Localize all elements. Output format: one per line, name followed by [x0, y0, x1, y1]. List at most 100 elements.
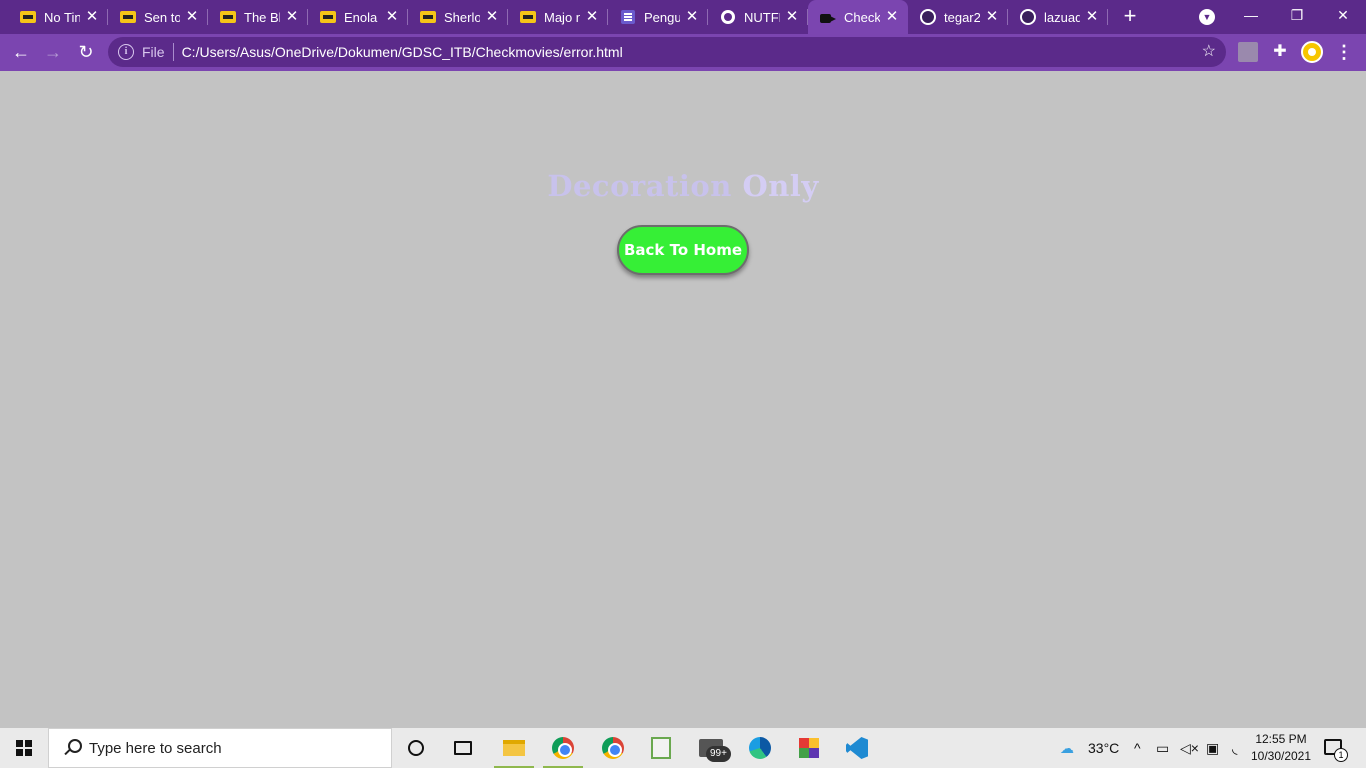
volume-muted-icon[interactable]: ◁× — [1180, 728, 1199, 768]
chrome-taskbar-button[interactable] — [540, 728, 586, 768]
browser-tab[interactable]: Sherlo ✕ — [408, 0, 508, 34]
tray-overflow-chevron-icon[interactable]: ^ — [1134, 728, 1141, 768]
imdb-icon — [220, 9, 236, 25]
url-scheme-label: File — [142, 44, 165, 60]
minimize-button[interactable]: — — [1228, 0, 1274, 32]
page-title-word-2: Only — [742, 169, 819, 203]
chrome-profile-taskbar-button[interactable] — [590, 728, 636, 768]
page-title-word-1: Decoration — [547, 169, 732, 203]
github-icon — [920, 9, 936, 25]
page-title: Decoration Only — [0, 169, 1366, 203]
browser-tab[interactable]: lazuad ✕ — [1008, 0, 1108, 34]
tab-close-icon[interactable]: ✕ — [684, 9, 700, 25]
tab-title: Pengu — [644, 9, 680, 25]
browser-tab[interactable]: The Bl ✕ — [208, 0, 308, 34]
site-info-icon[interactable]: i — [118, 44, 134, 60]
reload-button[interactable]: ↻ — [73, 39, 99, 65]
notification-count-badge: 1 — [1334, 748, 1348, 762]
tab-close-icon[interactable]: ✕ — [584, 9, 600, 25]
tab-separator — [1107, 9, 1108, 25]
tab-close-icon[interactable]: ✕ — [784, 9, 800, 25]
imdb-icon — [520, 9, 536, 25]
back-to-home-button[interactable]: Back To Home — [617, 225, 749, 275]
windows-logo-icon — [16, 740, 32, 756]
search-icon — [63, 739, 82, 757]
battery-icon[interactable]: ▭ — [1156, 728, 1169, 768]
browser-tab[interactable]: NUTFL✕ — [708, 0, 808, 34]
extensions-puzzle-icon[interactable]: ✚ — [1270, 42, 1290, 62]
imdb-icon — [20, 9, 36, 25]
wifi-icon[interactable]: ◟ — [1232, 728, 1237, 768]
tab-close-icon[interactable]: ✕ — [284, 9, 300, 25]
notepad-taskbar-button[interactable] — [638, 728, 684, 768]
browser-tab[interactable]: Pengu ✕ — [608, 0, 708, 34]
browser-menu-button[interactable]: ⋮ — [1334, 42, 1354, 62]
tab-title: tegar2 — [944, 9, 980, 25]
mail-unread-badge: 99+ — [706, 746, 731, 762]
url-text[interactable]: C:/Users/Asus/OneDrive/Dokumen/GDSC_ITB/… — [182, 44, 623, 60]
address-bar[interactable]: i File C:/Users/Asus/OneDrive/Dokumen/GD… — [108, 37, 1226, 67]
cortana-button[interactable] — [393, 728, 439, 768]
tab-close-icon[interactable]: ✕ — [84, 9, 100, 25]
maximize-button[interactable]: ❐ — [1274, 0, 1320, 32]
profile-avatar[interactable] — [1301, 41, 1323, 63]
vscode-taskbar-button[interactable] — [834, 728, 880, 768]
taskbar-clock[interactable]: 12:55 PM 10/30/2021 — [1248, 731, 1314, 765]
network-status-icon[interactable]: ▣ — [1206, 728, 1219, 768]
window-close-button[interactable]: ✕ — [1320, 0, 1366, 32]
vscode-icon — [846, 737, 868, 759]
office-icon — [799, 738, 819, 758]
imdb-icon — [420, 9, 436, 25]
edge-taskbar-button[interactable] — [737, 728, 783, 768]
page-content: Decoration Only Back To Home — [0, 71, 1366, 728]
tab-title: Majo n — [544, 9, 580, 25]
tab-search-button[interactable]: ▼ — [1199, 9, 1215, 25]
github-icon — [1020, 9, 1036, 25]
office-taskbar-button[interactable] — [786, 728, 832, 768]
tab-title: Check — [844, 9, 880, 25]
list-icon — [620, 9, 636, 25]
chrome-icon — [552, 737, 574, 759]
tab-close-icon[interactable]: ✕ — [884, 9, 900, 25]
tab-close-icon[interactable]: ✕ — [384, 9, 400, 25]
clock-time: 12:55 PM — [1255, 732, 1307, 746]
pdf-extension-icon[interactable] — [1238, 42, 1258, 62]
clock-date: 10/30/2021 — [1250, 749, 1312, 763]
task-view-button[interactable] — [440, 728, 486, 768]
tab-close-icon[interactable]: ✕ — [184, 9, 200, 25]
browser-tab[interactable]: Check ✕ — [808, 0, 908, 34]
tab-close-icon[interactable]: ✕ — [984, 9, 1000, 25]
tab-title: NUTFL — [744, 9, 780, 25]
cortana-icon — [408, 740, 424, 756]
chrome-profile-icon — [602, 737, 624, 759]
browser-tab[interactable]: Enola H✕ — [308, 0, 408, 34]
bookmark-star-icon[interactable]: ☆ — [1202, 43, 1216, 61]
folder-icon — [503, 740, 525, 756]
file-explorer-button[interactable] — [491, 728, 537, 768]
imdb-icon — [120, 9, 136, 25]
forward-button[interactable]: → — [40, 39, 66, 65]
new-tab-button[interactable]: + — [1118, 4, 1142, 28]
tab-title: Enola H — [344, 9, 380, 25]
tab-close-icon[interactable]: ✕ — [484, 9, 500, 25]
taskbar-search-box[interactable]: Type here to search — [48, 728, 392, 768]
tab-close-icon[interactable]: ✕ — [1084, 9, 1100, 25]
windows-taskbar: Type here to search 99+ ☁ 33°C ^ ▭ ◁× ▣ … — [0, 728, 1366, 768]
back-button[interactable]: ← — [8, 39, 34, 65]
edge-icon — [749, 737, 771, 759]
tab-title: lazuad — [1044, 9, 1080, 25]
weather-temperature[interactable]: 33°C — [1088, 728, 1119, 768]
notepad-icon — [651, 737, 671, 759]
browser-tab[interactable]: tegar2 ✕ — [908, 0, 1008, 34]
camera-icon — [820, 9, 836, 25]
globe-icon — [720, 9, 736, 25]
browser-tab[interactable]: Majo n ✕ — [508, 0, 608, 34]
imdb-icon — [320, 9, 336, 25]
browser-toolbar: ← → ↻ i File C:/Users/Asus/OneDrive/Doku… — [0, 34, 1366, 71]
weather-icon[interactable]: ☁ — [1060, 728, 1074, 768]
browser-tab[interactable]: No Tin ✕ — [8, 0, 108, 34]
task-view-icon — [454, 741, 472, 755]
start-button[interactable] — [0, 728, 48, 768]
tab-title: Sen to — [144, 9, 180, 25]
browser-tab[interactable]: Sen to ✕ — [108, 0, 208, 34]
